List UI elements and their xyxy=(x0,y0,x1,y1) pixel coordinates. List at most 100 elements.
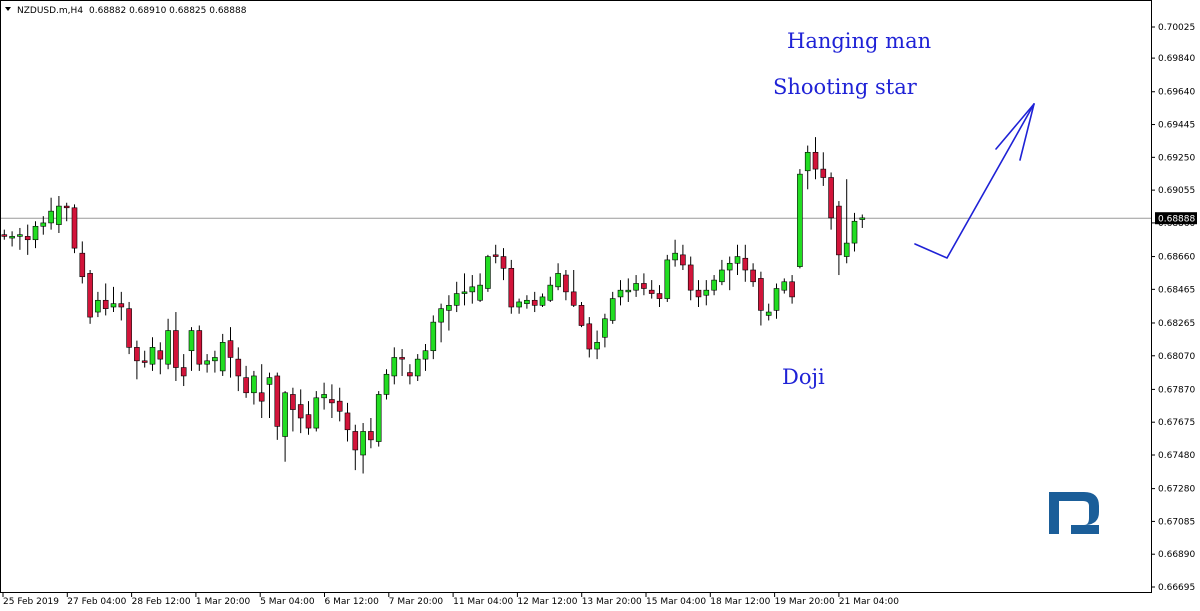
candle-body xyxy=(95,299,101,313)
candle-body xyxy=(820,168,827,178)
candle-body xyxy=(17,234,23,237)
current-price-tag: 0.68888 xyxy=(1155,212,1197,225)
annotation-shooting-star: Shooting star xyxy=(773,75,918,99)
candle-body xyxy=(531,299,538,306)
y-tick-label: 0.67085 xyxy=(1158,517,1195,527)
candle-body xyxy=(352,431,359,451)
candle-body xyxy=(781,281,788,291)
candle-body xyxy=(329,399,335,404)
candle-body xyxy=(24,236,31,241)
candle-body xyxy=(586,323,593,350)
x-tick-label: 19 Mar 20:00 xyxy=(775,597,835,607)
x-tick-label: 5 Mar 04:00 xyxy=(260,597,315,607)
candle-body xyxy=(617,289,624,298)
candle xyxy=(375,391,382,447)
x-tick-label: 13 Mar 20:00 xyxy=(582,597,642,607)
candle-body xyxy=(719,269,725,283)
candle-body xyxy=(680,254,686,266)
x-tick-label: 1 Mar 20:00 xyxy=(196,597,251,607)
candle-body xyxy=(687,264,694,291)
candlestick-chart[interactable]: NZDUSD.m,H4 0.68882 0.68910 0.68825 0.68… xyxy=(0,0,1200,611)
x-tick-label: 27 Feb 04:00 xyxy=(67,597,126,607)
y-tick-label: 0.69445 xyxy=(1158,121,1195,131)
candle-body xyxy=(765,311,772,316)
y-tick-label: 0.68265 xyxy=(1158,319,1195,329)
candle-body xyxy=(859,217,866,220)
candle-body xyxy=(375,394,382,442)
candle xyxy=(196,325,203,371)
y-tick-label: 0.68465 xyxy=(1158,285,1195,295)
candle-body xyxy=(266,377,273,385)
chart-symbol: NZDUSD.m,H4 xyxy=(17,6,83,16)
annotation-doji: Doji xyxy=(782,365,825,389)
candle-body xyxy=(274,375,281,427)
candle xyxy=(87,270,93,324)
x-tick-label: 11 Mar 04:00 xyxy=(453,597,513,607)
candle xyxy=(797,169,803,269)
candle-body xyxy=(641,283,647,289)
candle-body xyxy=(664,259,671,299)
candle-body xyxy=(204,360,210,365)
candle-body xyxy=(383,373,390,395)
candle-body xyxy=(422,350,429,360)
candle-body xyxy=(56,205,62,225)
x-tick-label: 15 Mar 04:00 xyxy=(646,597,706,607)
y-tick-label: 0.67480 xyxy=(1158,451,1195,461)
candle-body xyxy=(836,205,842,256)
candle-body xyxy=(773,288,780,311)
candle-body xyxy=(297,404,304,419)
candle xyxy=(485,254,491,292)
y-tick-label: 0.69840 xyxy=(1158,54,1195,64)
candle-body xyxy=(134,347,140,362)
candle-body xyxy=(87,273,93,318)
candle-body xyxy=(547,284,554,301)
candle-body xyxy=(469,286,476,293)
candle-body xyxy=(141,360,148,363)
candle-body xyxy=(633,283,639,291)
x-tick-label: 6 Mar 12:00 xyxy=(325,597,380,607)
candle-body xyxy=(539,296,546,306)
candle-body xyxy=(173,330,179,368)
candle-body xyxy=(149,347,156,365)
candle-body xyxy=(851,220,858,244)
candle-body xyxy=(48,210,54,224)
candle-body xyxy=(508,268,515,308)
candle-body xyxy=(594,342,600,350)
y-tick-label: 0.69250 xyxy=(1158,153,1195,163)
candle-body xyxy=(219,342,226,372)
y-tick-label: 0.67675 xyxy=(1158,418,1195,428)
candle-body xyxy=(282,392,288,437)
candle-body xyxy=(118,303,125,308)
candle-body xyxy=(126,308,132,348)
candle-body xyxy=(695,289,702,298)
candle-body xyxy=(188,330,195,352)
candle-body xyxy=(570,291,577,306)
candle-body xyxy=(321,394,327,399)
candle-body xyxy=(812,151,819,170)
candle-body xyxy=(500,256,507,269)
candle-body xyxy=(336,400,343,412)
candle-body xyxy=(243,377,249,394)
y-tick-label: 0.66695 xyxy=(1158,583,1195,593)
candle-body xyxy=(391,357,398,377)
candle-body xyxy=(492,254,499,257)
candle-body xyxy=(656,293,663,299)
candle-body xyxy=(726,262,733,271)
candle-body xyxy=(9,236,15,239)
candle-body xyxy=(360,431,366,456)
candle-body xyxy=(110,303,117,308)
candle-body xyxy=(32,225,39,241)
candle-body xyxy=(672,252,678,261)
y-tick-label: 0.67870 xyxy=(1158,385,1195,395)
candle-body xyxy=(453,293,460,306)
candle-body xyxy=(485,256,491,289)
candle-body xyxy=(602,318,608,338)
y-tick-label: 0.68660 xyxy=(1158,253,1195,263)
y-tick-label: 0.66890 xyxy=(1158,550,1195,560)
candle-body xyxy=(516,301,522,308)
x-tick-label: 21 Mar 04:00 xyxy=(839,597,899,607)
annotation-hanging-man: Hanging man xyxy=(787,29,931,53)
candle-body xyxy=(446,305,452,311)
candle-body xyxy=(1,234,8,237)
candle-body xyxy=(843,242,850,257)
